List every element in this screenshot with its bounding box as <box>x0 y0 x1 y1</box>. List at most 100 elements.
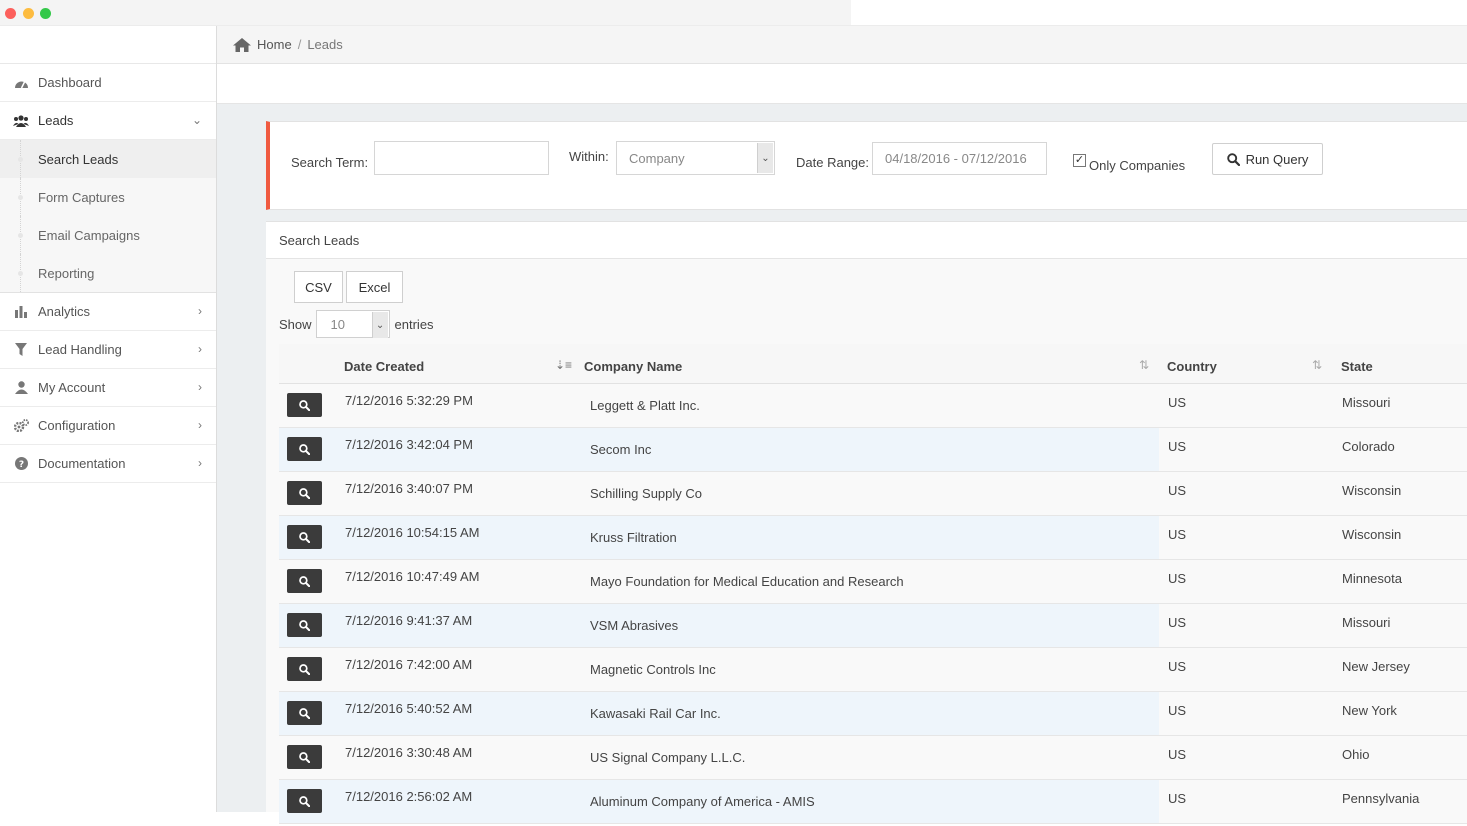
date-range-label: Date Range: <box>796 155 869 170</box>
sidebar-item-dashboard[interactable]: Dashboard <box>0 64 216 102</box>
sidebar-subitem-form-captures[interactable]: Form Captures <box>0 178 216 216</box>
cell-date-created: 7/12/2016 10:47:49 AM <box>345 569 480 584</box>
view-lead-button[interactable] <box>287 437 322 461</box>
cell-state: Minnesota <box>1342 571 1402 586</box>
within-select[interactable]: Company ⌄ <box>616 141 775 175</box>
show-label: Show <box>279 316 312 332</box>
chevron-down-icon: ⌄ <box>757 143 773 173</box>
within-select-value: Company <box>629 150 685 166</box>
view-lead-button[interactable] <box>287 789 322 813</box>
search-icon <box>299 707 310 719</box>
sidebar-subitem-reporting[interactable]: Reporting <box>0 254 216 292</box>
column-header-company-name[interactable]: Company Name <box>584 359 682 374</box>
sidebar-item-leads[interactable]: Leads ⌄ <box>0 102 216 140</box>
column-header-country[interactable]: Country <box>1167 359 1217 374</box>
cell-date-created: 7/12/2016 5:32:29 PM <box>345 393 473 408</box>
date-range-input[interactable]: 04/18/2016 - 07/12/2016 <box>872 142 1047 175</box>
sidebar-item-label: My Account <box>38 380 106 395</box>
page-length-control: Show 10 ⌄ entries <box>279 310 434 338</box>
sidebar-subitem-search-leads[interactable]: Search Leads <box>0 140 216 178</box>
sidebar-subitem-label: Search Leads <box>38 151 119 167</box>
view-lead-button[interactable] <box>287 525 322 549</box>
cell-date-created: 7/12/2016 9:41:37 AM <box>345 613 473 628</box>
table-row: 7/12/2016 5:40:52 AM Kawasaki Rail Car In… <box>279 692 1467 736</box>
chevron-right-icon: › <box>198 342 202 356</box>
search-icon <box>1226 152 1240 166</box>
cell-date-created: 7/12/2016 10:54:15 AM <box>345 525 480 540</box>
sidebar-item-label: Leads <box>38 113 74 128</box>
sidebar-item-label: Documentation <box>38 456 126 471</box>
cell-country: US <box>1168 571 1187 586</box>
cell-country: US <box>1168 747 1187 762</box>
sidebar-item-label: Dashboard <box>38 75 102 90</box>
chevron-right-icon: › <box>198 418 202 432</box>
run-query-button[interactable]: Run Query <box>1212 143 1323 175</box>
view-lead-button[interactable] <box>287 701 322 725</box>
view-lead-button[interactable] <box>287 569 322 593</box>
sidebar-item-lead-handling[interactable]: Lead Handling › <box>0 331 216 369</box>
sidebar-item-analytics[interactable]: Analytics › <box>0 293 216 331</box>
cell-date-created: 7/12/2016 3:30:48 AM <box>345 745 473 760</box>
sidebar-item-label: Configuration <box>38 418 116 433</box>
cell-company-name: VSM Abrasives <box>590 618 679 633</box>
cell-state: Missouri <box>1342 395 1391 410</box>
sidebar-item-my-account[interactable]: My Account › <box>0 369 216 407</box>
cell-country: US <box>1168 395 1187 410</box>
sort-icon[interactable]: ⇅ <box>1312 358 1322 372</box>
column-header-state[interactable]: State <box>1341 359 1373 374</box>
view-lead-button[interactable] <box>287 393 322 417</box>
table-row: 7/12/2016 2:56:02 AM Aluminum Company of … <box>279 780 1467 824</box>
zoom-window-button[interactable] <box>40 8 51 19</box>
chevron-right-icon: › <box>198 304 202 318</box>
export-csv-button[interactable]: CSV <box>294 271 343 303</box>
cell-date-created: 7/12/2016 5:40:52 AM <box>345 701 473 716</box>
filter-icon <box>12 343 30 357</box>
sidebar-item-documentation[interactable]: ? Documentation › <box>0 445 216 483</box>
chevron-right-icon: › <box>198 456 202 470</box>
search-icon <box>299 399 310 411</box>
cell-company-name: Mayo Foundation for Medical Education an… <box>590 574 904 589</box>
page-header-strip <box>217 64 1467 104</box>
cell-state: Wisconsin <box>1342 483 1402 498</box>
entries-label: entries <box>394 316 434 332</box>
search-icon <box>299 663 310 675</box>
home-icon[interactable] <box>233 37 251 52</box>
sort-icon[interactable]: ⇅ <box>1139 358 1149 372</box>
cell-country: US <box>1168 527 1187 542</box>
search-term-input[interactable] <box>374 141 549 175</box>
cell-country: US <box>1168 483 1187 498</box>
view-lead-button[interactable] <box>287 657 322 681</box>
only-companies-label: Only Companies <box>1089 158 1186 173</box>
sort-desc-icon[interactable]: ⇣≡ <box>555 358 572 372</box>
cell-state: Ohio <box>1342 747 1370 762</box>
table-row: 7/12/2016 3:40:07 PM Schilling Supply Co U… <box>279 472 1467 516</box>
sidebar-item-configuration[interactable]: Configuration › <box>0 407 216 445</box>
results-title: Search Leads <box>266 222 1467 259</box>
page-length-select[interactable]: 10 ⌄ <box>315 310 390 338</box>
column-header-date-created[interactable]: Date Created <box>344 359 424 374</box>
user-icon <box>12 381 30 395</box>
table-row: 7/12/2016 9:41:37 AM VSM Abrasives US Misso… <box>279 604 1467 648</box>
cell-country: US <box>1168 791 1187 806</box>
minimize-window-button[interactable] <box>23 8 34 19</box>
cell-date-created: 7/12/2016 2:56:02 AM <box>345 789 473 804</box>
sidebar-subitem-email-campaigns[interactable]: Email Campaigns <box>0 216 216 254</box>
close-window-button[interactable] <box>5 8 16 19</box>
table-header: Date Created ⇣≡ Company Name ⇅ Country ⇅… <box>279 344 1467 384</box>
sidebar-subitem-label: Email Campaigns <box>38 227 140 243</box>
cell-country: US <box>1168 439 1187 454</box>
only-companies-checkbox[interactable]: ✓ <box>1073 154 1086 167</box>
cell-state: New Jersey <box>1342 659 1410 674</box>
search-icon <box>299 575 310 587</box>
breadcrumb-home-link[interactable]: Home <box>257 37 292 52</box>
breadcrumb-current: Leads <box>307 37 343 52</box>
export-excel-button[interactable]: Excel <box>346 271 403 303</box>
chevron-down-icon: ⌄ <box>191 113 202 127</box>
table-row: 7/12/2016 5:32:29 PM Leggett & Platt Inc.… <box>279 384 1467 428</box>
view-lead-button[interactable] <box>287 481 322 505</box>
leads-submenu: Search Leads Form Captures Email Campaig… <box>0 140 216 293</box>
view-lead-button[interactable] <box>287 613 322 637</box>
view-lead-button[interactable] <box>287 745 322 769</box>
search-term-label: Search Term: <box>291 155 369 170</box>
cell-company-name: Kruss Filtration <box>590 530 677 545</box>
